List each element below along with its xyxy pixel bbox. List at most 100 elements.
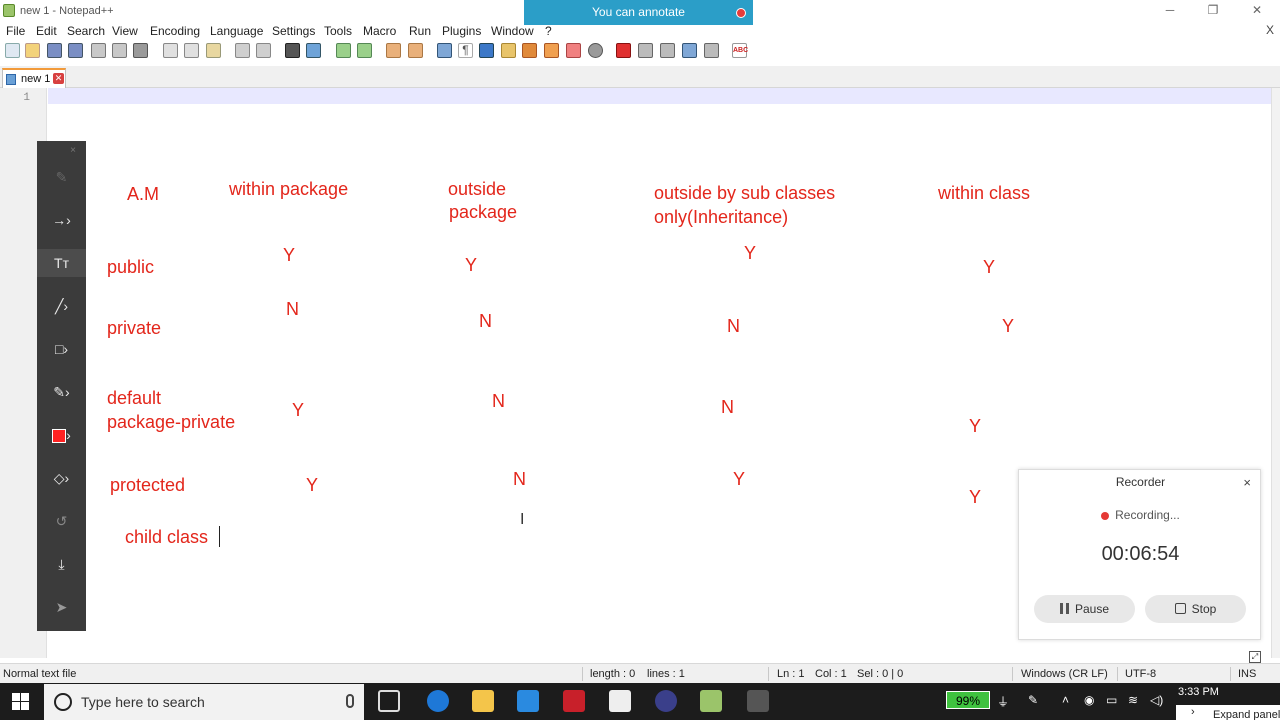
indent-guide-icon[interactable]: [479, 43, 494, 58]
menu-edit[interactable]: Edit: [36, 24, 57, 38]
close-document-button[interactable]: X: [1266, 23, 1274, 37]
recorder-app-icon[interactable]: [747, 690, 769, 712]
eraser-icon[interactable]: ◇›: [37, 464, 86, 492]
line-icon[interactable]: ╱›: [37, 292, 86, 320]
rectangle-icon[interactable]: □›: [37, 335, 86, 363]
header-within-package: within package: [229, 179, 349, 199]
notepad-plus-plus-taskbar-icon[interactable]: [700, 690, 722, 712]
monitoring-icon[interactable]: [566, 43, 581, 58]
mcafee-icon[interactable]: [563, 690, 585, 712]
volume-icon[interactable]: ◁): [1150, 693, 1163, 707]
record-macro-icon[interactable]: [616, 43, 631, 58]
taskbar-search-box[interactable]: Type here to search: [44, 684, 364, 720]
save-macro-icon[interactable]: [704, 43, 719, 58]
task-view-icon[interactable]: [378, 690, 400, 712]
spell-check-icon[interactable]: ABC: [732, 43, 748, 58]
cut-icon[interactable]: [163, 43, 178, 58]
menu-window[interactable]: Window: [491, 24, 534, 38]
expand-recorder-icon[interactable]: ⤢: [1249, 651, 1261, 663]
menu-tools[interactable]: Tools: [324, 24, 352, 38]
screen: new 1 - Notepad++ ─ ❐ ✕ You can annotate…: [0, 0, 1280, 720]
windows-start-icon[interactable]: [12, 693, 29, 710]
record-dot-icon[interactable]: [736, 8, 746, 18]
restore-button[interactable]: ❐: [1206, 3, 1220, 17]
battery-indicator[interactable]: 99%: [946, 691, 990, 709]
network-icon[interactable]: ▭: [1106, 693, 1117, 707]
ink-workspace-icon[interactable]: ✎: [1028, 693, 1038, 707]
text-icon[interactable]: Tт: [37, 249, 86, 277]
arrow-icon[interactable]: →›: [37, 206, 86, 234]
minimize-button[interactable]: ─: [1163, 3, 1177, 17]
edge-browser-icon[interactable]: [427, 690, 449, 712]
wifi-icon[interactable]: ≋: [1128, 693, 1138, 707]
power-plug-icon[interactable]: ⏚: [997, 693, 1009, 710]
replace-icon[interactable]: [306, 43, 321, 58]
close-icon[interactable]: [91, 43, 106, 58]
show-all-characters-icon[interactable]: ¶: [458, 43, 473, 58]
window-title: new 1 - Notepad++: [20, 5, 114, 17]
stop-macro-icon[interactable]: [638, 43, 653, 58]
microphone-icon[interactable]: [346, 694, 354, 708]
show-hidden-icons-chevron-icon[interactable]: ˄: [1062, 693, 1069, 707]
pointer-icon[interactable]: ➤: [37, 593, 86, 621]
row-protected-label: protected: [110, 475, 186, 495]
stop-button[interactable]: Stop: [1145, 595, 1246, 623]
recording-dot-icon: [1101, 511, 1110, 520]
color-icon[interactable]: ›: [37, 421, 86, 449]
macro-icon[interactable]: [588, 43, 603, 58]
vertical-scrollbar[interactable]: [1271, 88, 1280, 658]
expand-panel-tooltip[interactable]: › Expand panel: [1176, 705, 1280, 720]
taskbar-clock[interactable]: 3:33 PM: [1178, 686, 1219, 698]
function-list-icon[interactable]: [522, 43, 537, 58]
menu-file[interactable]: File: [6, 24, 25, 38]
store-icon[interactable]: [517, 690, 539, 712]
paste-icon[interactable]: [206, 43, 221, 58]
word-wrap-icon[interactable]: [437, 43, 452, 58]
doc-map-icon[interactable]: [501, 43, 516, 58]
close-window-button[interactable]: ✕: [1250, 3, 1264, 17]
zoom-out-icon[interactable]: [357, 43, 372, 58]
undo-icon[interactable]: [235, 43, 250, 58]
redo-icon[interactable]: [256, 43, 271, 58]
pen-icon[interactable]: ✎: [37, 163, 86, 191]
zoom-in-icon[interactable]: [336, 43, 351, 58]
recorder-close-icon[interactable]: ×: [1243, 475, 1251, 490]
menu-help[interactable]: ?: [545, 24, 552, 38]
print-icon[interactable]: [133, 43, 148, 58]
menu-encoding[interactable]: Encoding: [150, 24, 200, 38]
file-type: Normal text file: [3, 668, 77, 680]
menu-search[interactable]: Search: [67, 24, 105, 38]
run-macro-multiple-icon[interactable]: [682, 43, 697, 58]
new-file-icon[interactable]: [5, 43, 20, 58]
copy-icon[interactable]: [184, 43, 199, 58]
menu-plugins[interactable]: Plugins: [442, 24, 481, 38]
open-file-icon[interactable]: [25, 43, 40, 58]
save-icon[interactable]: [47, 43, 62, 58]
menu-language[interactable]: Language: [210, 24, 263, 38]
menu-settings[interactable]: Settings: [272, 24, 315, 38]
save-all-icon[interactable]: [68, 43, 83, 58]
private-outside-package: N: [479, 311, 492, 331]
folder-workspace-icon[interactable]: [544, 43, 559, 58]
highlighter-icon[interactable]: ✎›: [37, 378, 86, 406]
play-macro-icon[interactable]: [660, 43, 675, 58]
file-explorer-icon[interactable]: [472, 690, 494, 712]
menu-view[interactable]: View: [112, 24, 138, 38]
sync-horizontal-icon[interactable]: [408, 43, 423, 58]
tab-new-1[interactable]: new 1 ✕: [2, 68, 66, 88]
save-icon[interactable]: ⤓: [37, 550, 86, 578]
annotation-toolbar-close-icon[interactable]: ×: [70, 145, 76, 156]
menu-run[interactable]: Run: [409, 24, 431, 38]
mcafee-tray-icon[interactable]: ◉: [1084, 693, 1094, 707]
close-all-icon[interactable]: [112, 43, 127, 58]
undo-icon[interactable]: ↺: [37, 507, 86, 535]
header-within-class: within class: [938, 183, 1031, 203]
pause-button[interactable]: Pause: [1034, 595, 1135, 623]
mail-icon[interactable]: [609, 690, 631, 712]
sync-vertical-icon[interactable]: [386, 43, 401, 58]
eclipse-icon[interactable]: [655, 690, 677, 712]
annotation-text-input[interactable]: child class: [125, 526, 208, 549]
tab-close-icon[interactable]: ✕: [53, 73, 64, 84]
find-icon[interactable]: [285, 43, 300, 58]
menu-macro[interactable]: Macro: [363, 24, 396, 38]
